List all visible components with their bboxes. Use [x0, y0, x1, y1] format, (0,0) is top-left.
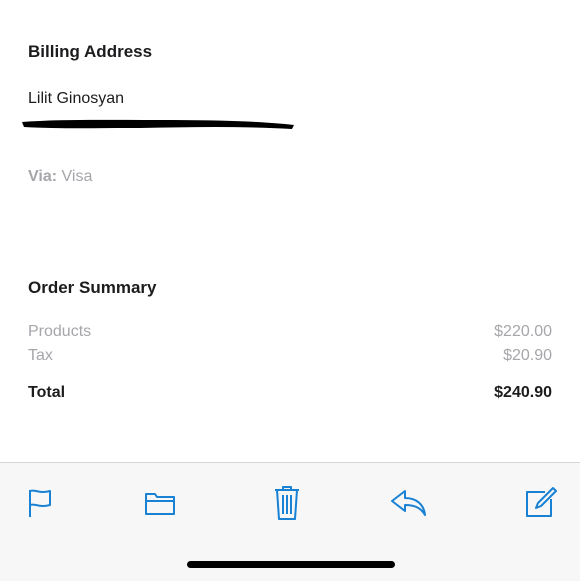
- trash-button[interactable]: [267, 483, 307, 523]
- billing-address-heading: Billing Address: [28, 42, 153, 61]
- products-row: Products $220.00: [28, 323, 552, 341]
- move-to-folder-button[interactable]: [140, 483, 180, 523]
- email-content: Billing Address Lilit Ginosyan Via: Visa…: [0, 0, 580, 462]
- total-row: Total $240.90: [28, 384, 552, 402]
- compose-button[interactable]: [520, 483, 560, 523]
- trash-icon: [275, 486, 299, 520]
- reply-icon: [391, 490, 426, 516]
- products-value: $220.00: [494, 323, 552, 340]
- home-indicator[interactable]: [187, 561, 395, 568]
- flag-button[interactable]: [20, 483, 60, 523]
- via-value: Visa: [61, 168, 93, 185]
- tax-row: Tax $20.90: [28, 347, 552, 365]
- folder-icon: [145, 493, 175, 515]
- via-label: Via:: [28, 168, 58, 185]
- reply-button[interactable]: [388, 483, 428, 523]
- compose-icon: [526, 487, 557, 517]
- redaction-scribble: [22, 119, 294, 129]
- billing-name: Lilit Ginosyan: [28, 90, 125, 107]
- flag-icon: [29, 489, 51, 517]
- order-summary-heading: Order Summary: [28, 278, 157, 297]
- tax-label: Tax: [28, 347, 53, 364]
- payment-method: Via: Visa: [28, 168, 92, 186]
- tax-value: $20.90: [503, 347, 552, 364]
- total-label: Total: [28, 384, 66, 401]
- products-label: Products: [28, 323, 92, 340]
- total-value: $240.90: [494, 384, 552, 401]
